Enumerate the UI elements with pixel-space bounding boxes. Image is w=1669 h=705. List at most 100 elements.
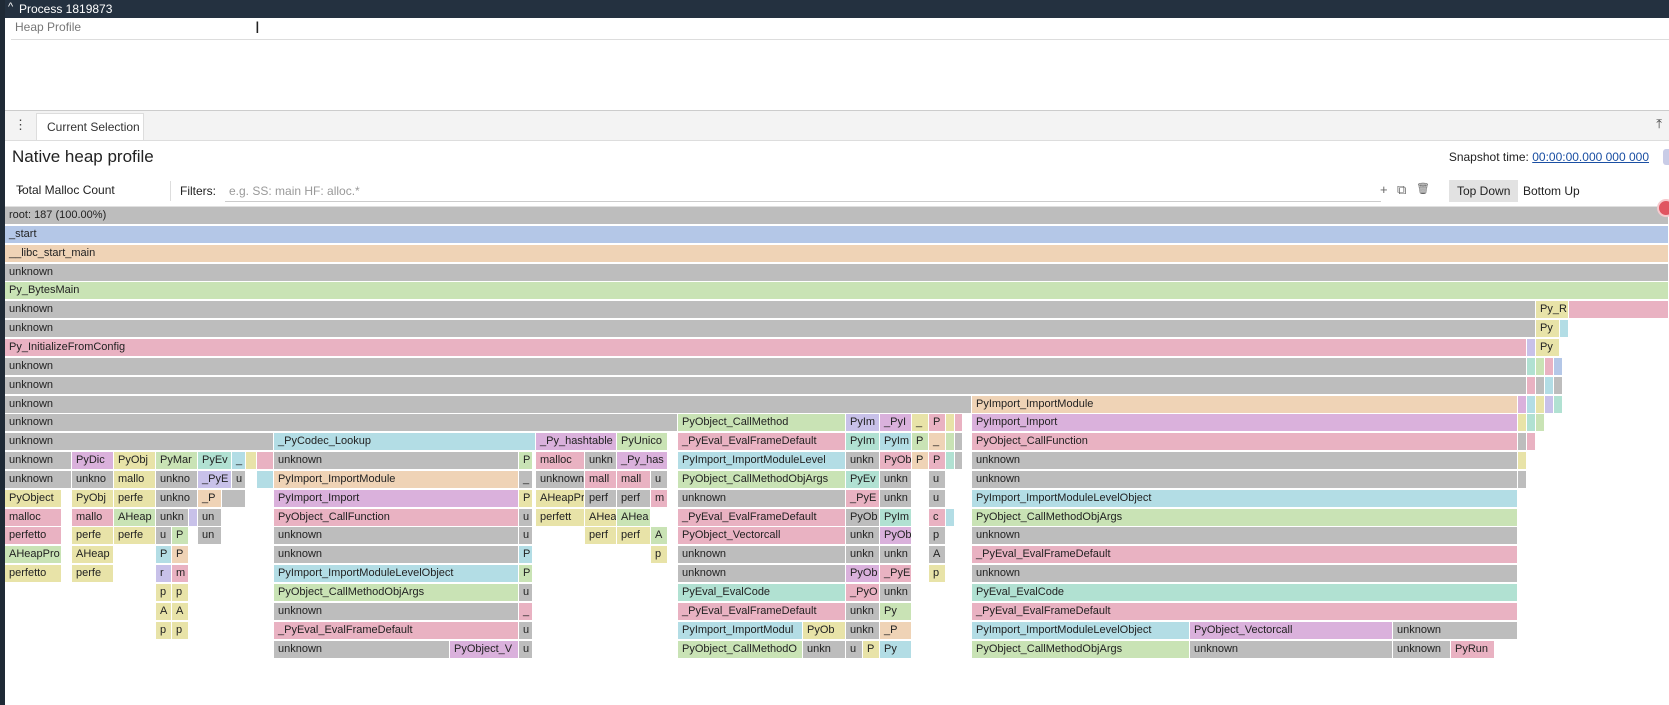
flame-frame[interactable]: unknown: [5, 433, 274, 451]
flame-frame[interactable]: unkno: [156, 490, 198, 508]
flame-frame[interactable]: [1527, 414, 1536, 432]
flame-frame[interactable]: r: [156, 565, 172, 583]
flame-frame[interactable]: _PyEval_EvalFrameDefault: [678, 433, 846, 451]
flame-frame[interactable]: p: [651, 546, 668, 564]
flame-frame[interactable]: unkn: [880, 546, 912, 564]
flame-frame[interactable]: [222, 490, 246, 508]
flame-frame[interactable]: A: [156, 603, 172, 621]
flame-frame[interactable]: AHeap: [72, 546, 114, 564]
flame-frame[interactable]: [1518, 414, 1527, 432]
flame-frame[interactable]: unknown: [274, 527, 519, 545]
flame-frame[interactable]: [1527, 339, 1536, 357]
flamegraph[interactable]: root: 187 (100.00%) _start __libc_start_ma…: [0, 207, 1669, 705]
flame-frame[interactable]: perf: [617, 490, 651, 508]
flame-frame[interactable]: unknown: [1393, 641, 1451, 659]
flame-frame[interactable]: Py: [1536, 320, 1560, 338]
flame-frame[interactable]: PyRun: [1451, 641, 1495, 659]
flame-frame[interactable]: Py_BytesMain: [5, 282, 1669, 300]
flame-frame[interactable]: _P: [198, 490, 222, 508]
flame-frame[interactable]: perfe: [72, 565, 114, 583]
flame-frame[interactable]: PyOb: [880, 527, 912, 545]
flame-frame[interactable]: m: [172, 565, 189, 583]
flame-frame[interactable]: PyObject_CallMethodObjArgs: [678, 471, 846, 489]
flame-frame[interactable]: [955, 433, 963, 451]
flame-frame[interactable]: PyObject_CallMethodO: [678, 641, 803, 659]
flame-frame[interactable]: PyIm: [880, 509, 912, 527]
top-down-button[interactable]: Top Down: [1449, 180, 1519, 202]
flame-frame[interactable]: PyObject: [5, 490, 62, 508]
flame-frame[interactable]: unknown: [5, 452, 72, 470]
flame-frame[interactable]: unkn: [585, 452, 617, 470]
flame-frame[interactable]: PyImport_Import: [274, 490, 519, 508]
flame-frame[interactable]: PyObject_CallMethodObjArgs: [972, 509, 1518, 527]
flame-frame[interactable]: _Py_has: [617, 452, 668, 470]
flame-frame[interactable]: mall: [585, 471, 617, 489]
flame-frame[interactable]: _PyE: [880, 565, 912, 583]
flame-frame[interactable]: unknown: [972, 565, 1518, 583]
flame-frame[interactable]: PyEval_EvalCode: [972, 584, 1518, 602]
snapshot-time-link[interactable]: 00:00:00.000 000 000: [1532, 150, 1649, 164]
flame-frame[interactable]: PyIm: [846, 414, 880, 432]
flame-frame[interactable]: _: [519, 471, 533, 489]
flame-frame[interactable]: AHeapPr: [536, 490, 585, 508]
flame-frame[interactable]: unkn: [846, 622, 880, 640]
flame-frame[interactable]: PyIm: [846, 433, 880, 451]
flame-frame[interactable]: P: [863, 641, 880, 659]
flame-frame[interactable]: PyObject_V: [450, 641, 519, 659]
flame-frame[interactable]: unkn: [846, 603, 880, 621]
flame-frame[interactable]: P: [172, 546, 189, 564]
flame-frame[interactable]: PyImport_ImportModuleLevelObject: [972, 490, 1518, 508]
flame-frame[interactable]: PyObj: [114, 452, 156, 470]
heap-profile-track-header[interactable]: Heap Profile I: [11, 18, 1669, 40]
record-icon[interactable]: [1657, 199, 1669, 217]
flame-frame[interactable]: PyEv: [198, 452, 232, 470]
flame-frame[interactable]: PyUnico: [617, 433, 668, 451]
flame-frame[interactable]: _PyEval_EvalFrameDefault: [972, 603, 1518, 621]
flame-frame[interactable]: PyIm: [880, 433, 912, 451]
metric-select[interactable]: Total Malloc Count ⌄: [11, 181, 161, 201]
flame-frame[interactable]: A: [172, 603, 189, 621]
flame-frame[interactable]: perf: [585, 527, 617, 545]
flame-frame[interactable]: [246, 452, 257, 470]
flame-frame[interactable]: unknown: [1393, 622, 1518, 640]
flame-frame[interactable]: unknown: [274, 641, 450, 659]
flame-frame[interactable]: _: [232, 452, 246, 470]
copy-icon[interactable]: ⧉: [1397, 182, 1406, 198]
flame-frame[interactable]: unknown: [274, 603, 519, 621]
flame-frame[interactable]: [1536, 396, 1545, 414]
flame-frame[interactable]: [955, 452, 963, 470]
flame-frame[interactable]: malloc: [536, 452, 585, 470]
flame-frame[interactable]: A: [929, 546, 946, 564]
flame-frame[interactable]: unkn: [880, 584, 912, 602]
flame-frame[interactable]: perfe: [114, 527, 156, 545]
flame-frame[interactable]: unkno: [156, 471, 198, 489]
flame-frame[interactable]: PyObj: [72, 490, 114, 508]
flame-frame[interactable]: _: [519, 603, 533, 621]
flame-frame[interactable]: [1527, 377, 1536, 395]
flame-frame[interactable]: root: 187 (100.00%): [5, 207, 1669, 225]
flame-frame[interactable]: P: [156, 546, 172, 564]
flame-frame[interactable]: P: [519, 490, 533, 508]
flame-frame[interactable]: P: [929, 452, 946, 470]
heap-profile-track-area[interactable]: [5, 40, 1669, 111]
flame-frame[interactable]: [946, 433, 955, 451]
flame-frame[interactable]: PyObject_CallMethod: [678, 414, 846, 432]
flame-frame[interactable]: unkn: [803, 641, 846, 659]
flame-frame[interactable]: unknown: [5, 396, 972, 414]
flame-frame[interactable]: _PyEval_EvalFrameDefault: [678, 509, 846, 527]
flame-frame[interactable]: AHeapPro: [5, 546, 62, 564]
flame-frame[interactable]: unkn: [846, 527, 880, 545]
flame-frame[interactable]: PyMar: [156, 452, 198, 470]
flame-frame[interactable]: mallo: [72, 509, 114, 527]
flame-frame[interactable]: unknown: [274, 546, 519, 564]
flame-frame[interactable]: perf: [585, 490, 617, 508]
flame-frame[interactable]: [1527, 358, 1536, 376]
filters-input[interactable]: [225, 180, 1381, 202]
flame-frame[interactable]: unknown: [5, 301, 1536, 319]
flame-frame[interactable]: [1536, 377, 1545, 395]
flame-frame[interactable]: PyObject_CallMethodObjArgs: [274, 584, 519, 602]
flame-frame[interactable]: [1554, 377, 1563, 395]
add-icon[interactable]: +: [1380, 182, 1388, 197]
flame-frame[interactable]: [955, 414, 963, 432]
flame-frame[interactable]: PyObject_CallFunction: [972, 433, 1518, 451]
